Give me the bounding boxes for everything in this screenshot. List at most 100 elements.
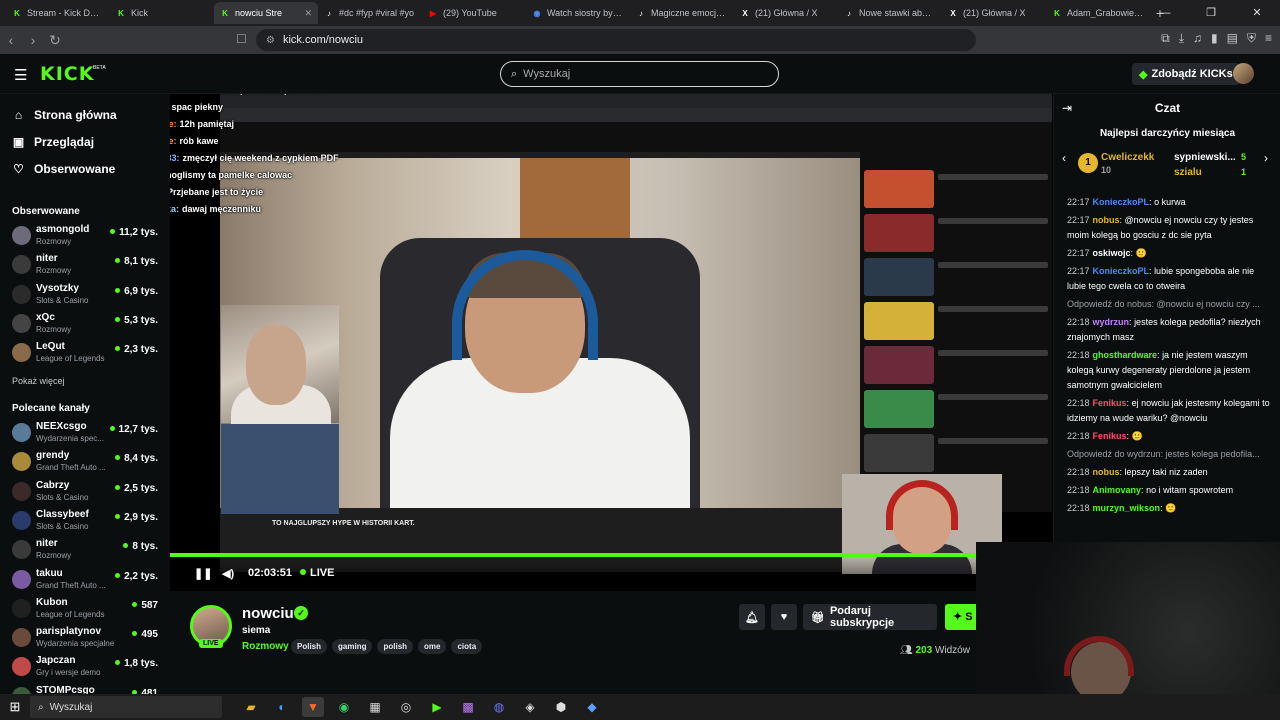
edge-icon[interactable]: ◐ [271,697,293,717]
channel-item[interactable]: asmongold Rozmowy 11,2 tys. [12,223,162,249]
browser-tab[interactable]: Knowciu Stre ✕ [214,2,318,24]
play-icon[interactable]: ▶ [426,697,448,717]
channel-item[interactable]: STOMPcsgo 481 [12,684,162,694]
gift-sub-button[interactable]: 🎁︎ Podaruj subskrypcje [803,604,937,630]
channel-item[interactable]: Cabrzy Slots & Casino 2,5 tys. [12,479,162,505]
browser-tab[interactable]: X (21) Główna / X [734,2,838,24]
minimize-icon[interactable]: — [1142,0,1188,26]
recommended-section-title: Polecane kanały [12,403,90,414]
file-explorer-icon[interactable]: ▰ [240,697,262,717]
tag-chip[interactable]: Polish [291,639,328,654]
bookmark-icon[interactable]: ☐ [236,32,247,46]
message-user[interactable]: KonieczkoPL [1093,266,1150,276]
message-user[interactable]: nobus [1093,467,1120,477]
channel-item[interactable]: Kubon League of Legends 587 [12,596,162,622]
channel-item[interactable]: takuu Grand Theft Auto ... 2,2 tys. [12,567,162,593]
message-user[interactable]: KonieczkoPL [1093,197,1150,207]
channel-viewers: 495 [132,629,158,640]
nav-home[interactable]: ⌂ Strona główna [12,108,117,122]
browser-tab[interactable]: ♪ Nowe stawki abona [838,2,942,24]
message-user[interactable]: Fenikus [1093,431,1127,441]
follow-heart-button[interactable]: ♥ [771,604,797,630]
message-user[interactable]: oskiwojc [1093,248,1131,258]
channel-item[interactable]: LeQut League of Legends 2,3 tys. [12,340,162,366]
volume-icon[interactable]: ◀) [222,567,234,580]
app-icon[interactable]: ▦ [364,697,386,717]
next-arrow-icon[interactable]: › [1264,151,1268,165]
message-user[interactable]: Animovany [1093,485,1142,495]
channel-item[interactable]: grendy Grand Theft Auto ... 8,4 tys. [12,449,162,475]
discord-icon[interactable]: ◍ [488,697,510,717]
message-user[interactable]: ghosthardware [1093,350,1158,360]
obs-icon[interactable]: ◎ [395,697,417,717]
reload-icon[interactable]: ↻ [44,32,66,49]
browser-tab[interactable]: K Kick [110,2,214,24]
browser-tab[interactable]: ▶ (29) YouTube [422,2,526,24]
close-tab-icon[interactable]: ✕ [304,8,312,19]
show-more-link[interactable]: Pokaż więcej [12,376,65,386]
chat-message: 22:18 nobus: lepszy taki niz zaden [1067,467,1208,477]
channel-item[interactable]: Japczan Gry i wersje demo 1,8 tys. [12,654,162,680]
extensions-icon[interactable]: ⧉ [1161,31,1170,46]
browser-menu-icon[interactable]: ≡ [1265,31,1272,46]
tag-chip[interactable]: ome [418,639,447,654]
download-icon[interactable]: ⤓ [1179,31,1184,46]
message-user[interactable]: wydrzun [1093,317,1130,327]
browser-tab[interactable]: ◉ Watch siostry by ka [526,2,630,24]
overlay-chat-line: dsreq113:Przjebane jest to życie [170,184,442,201]
stream-category[interactable]: Rozmowy [242,641,289,652]
message-user[interactable]: murzyn_wikson [1093,503,1161,513]
browser-tab[interactable]: K Adam_Grabowiecki [1046,2,1150,24]
channel-item[interactable]: xQc Rozmowy 5,3 tys. [12,311,162,337]
channel-item[interactable]: Vysotzky Slots & Casino 6,9 tys. [12,282,162,308]
channel-item[interactable]: parisplatynov Wydarzenia specjalne 495 [12,625,162,651]
forward-icon[interactable]: › [22,32,44,48]
channel-item[interactable]: Classybeef Slots & Casino 2,9 tys. [12,508,162,534]
channel-item[interactable]: niter Rozmowy 8,1 tys. [12,252,162,278]
back-icon[interactable]: ‹ [0,32,22,48]
app-icon[interactable]: ▩ [457,697,479,717]
message-user[interactable]: Fenikus [1093,398,1127,408]
media-icon[interactable]: ♫ [1193,31,1202,46]
message-user[interactable]: nobus [1093,215,1120,225]
chrome-icon[interactable]: ◉ [333,697,355,717]
vpn-icon[interactable]: ⛨ [1247,31,1256,46]
browser-tab[interactable]: X (21) Główna / X [942,2,1046,24]
notification-bell-button[interactable]: 🔔︎ [739,604,765,630]
tag-chip[interactable]: ciota [451,639,483,654]
taskbar-search[interactable]: ⌕ Wyszukaj [30,696,222,718]
hamburger-menu-icon[interactable]: ☰ [14,66,27,84]
brave-icon[interactable]: ▼ [302,697,324,717]
close-icon[interactable]: ✕ [1234,0,1280,26]
browser-tab[interactable]: ♪ Magiczne emocje w [630,2,734,24]
wallet-icon[interactable]: ▤ [1227,31,1238,46]
app-icon[interactable]: ⬢ [550,697,572,717]
tag-chip[interactable]: polish [377,639,414,654]
streamer-name[interactable]: nowciu [242,605,294,622]
collapse-chat-icon[interactable]: ⇥ [1062,101,1072,115]
taskbar: ⊞ ⌕ Wyszukaj ▰ ◐ ▼ ◉ ▦ ◎ ▶ ▩ ◍ ◈ ⬢ ◆ [0,694,1280,720]
channel-viewers: 6,9 tys. [115,286,158,297]
site-info-icon[interactable]: ⚙ [266,35,275,46]
app-icon[interactable]: ◈ [519,697,541,717]
steam-icon[interactable]: ◆ [581,697,603,717]
sidebar-icon[interactable]: ▮ [1211,31,1218,46]
video-player[interactable]: TO NAJGLUPSZY HYPE W HISTORII KART. ansi… [170,94,1053,591]
channel-item[interactable]: NEEXcsgo Wydarzenia spec... 12,7 tys. [12,420,162,446]
kick-logo[interactable]: KICK [40,63,94,85]
windows-start-icon[interactable]: ⊞ [0,699,30,715]
channel-viewers: 1,8 tys. [115,658,158,669]
url-field[interactable]: ⚙ kick.com/nowciu [256,29,976,51]
search-input[interactable]: ⌕ Wyszukaj [500,61,779,87]
browser-tab[interactable]: ♪ #dc #fyp #viral #yo [318,2,422,24]
tag-chip[interactable]: gaming [332,639,373,654]
browser-tab[interactable]: K Stream - Kick Dashb [6,2,110,24]
nav-browse[interactable]: ▣ Przeglądaj [12,135,94,149]
pause-icon[interactable]: ❚❚ [194,567,212,580]
restore-icon[interactable]: ❐ [1188,0,1234,26]
prev-arrow-icon[interactable]: ‹ [1062,151,1066,165]
get-kicks-button[interactable]: ◆ Zdobądź KICKs [1132,63,1240,85]
nav-following[interactable]: ♡ Obserwowane [12,162,115,176]
user-avatar[interactable] [1233,63,1254,84]
channel-item[interactable]: niter Rozmowy 8 tys. [12,537,162,563]
